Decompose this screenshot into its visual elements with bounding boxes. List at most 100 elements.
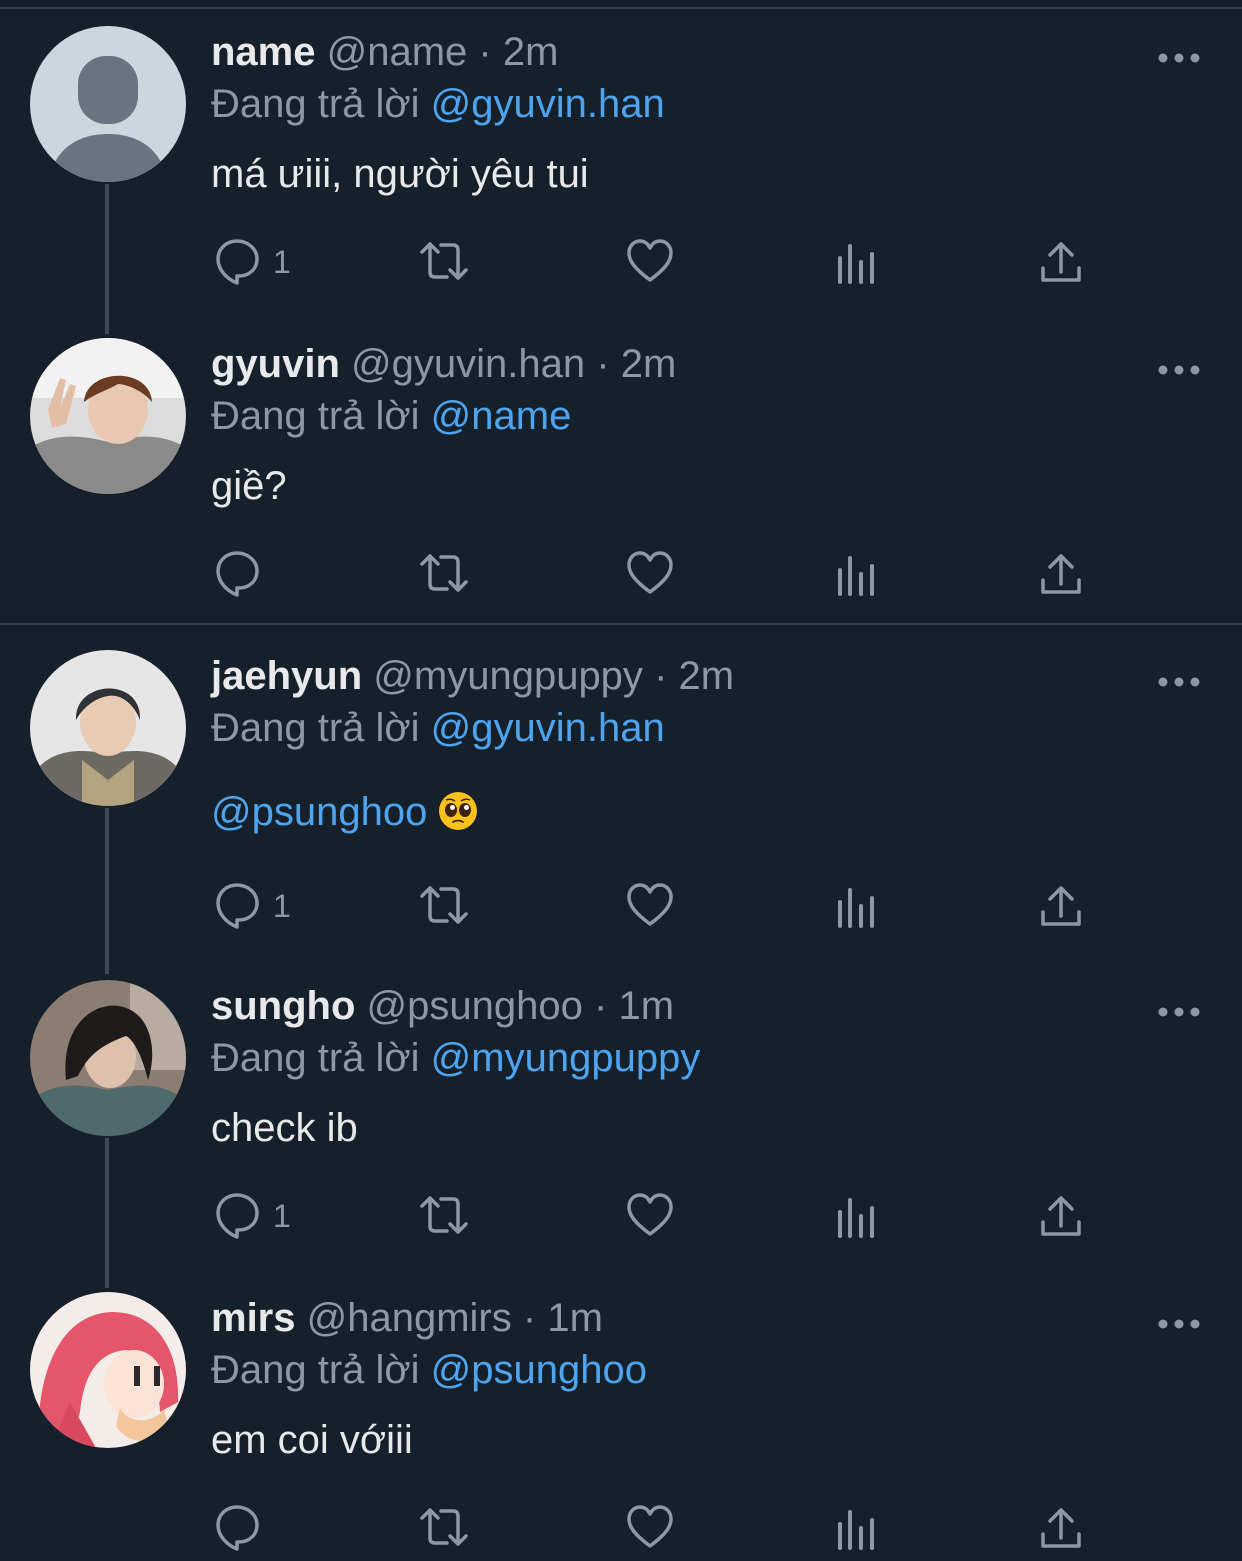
- timestamp[interactable]: 1m: [547, 1296, 603, 1340]
- tweet-text: check ib: [211, 1106, 358, 1150]
- replying-to: Đang trả lời @gyuvin.han: [211, 80, 665, 128]
- tweet-text: em coi vớiii: [211, 1418, 413, 1462]
- share-button[interactable]: [1038, 880, 1084, 930]
- user-handle[interactable]: @hangmirs: [307, 1296, 512, 1340]
- more-options-icon[interactable]: [1155, 46, 1203, 70]
- reply-count: 1: [273, 1198, 291, 1234]
- tweet[interactable]: sungho @psunghoo · 1m Đang trả lời @myun…: [0, 980, 1242, 1270]
- avatar[interactable]: [30, 338, 186, 494]
- views-button[interactable]: [834, 548, 878, 598]
- avatar[interactable]: [30, 26, 186, 182]
- retweet-button[interactable]: [416, 1190, 472, 1240]
- analytics-icon: [838, 556, 874, 596]
- more-options-icon[interactable]: [1155, 1000, 1203, 1024]
- share-button[interactable]: [1038, 1190, 1084, 1240]
- tweet[interactable]: mirs @hangmirs · 1m Đang trả lời @psungh…: [0, 1292, 1242, 1561]
- reply-mention[interactable]: @psunghoo: [431, 1348, 647, 1392]
- profile-photo: [30, 980, 186, 1136]
- share-icon: [1041, 1196, 1081, 1236]
- views-button[interactable]: [834, 1502, 878, 1552]
- separator-dot: ·: [522, 1296, 537, 1340]
- timestamp[interactable]: 2m: [679, 654, 735, 698]
- default-avatar-icon: [30, 26, 186, 182]
- share-button[interactable]: [1038, 236, 1084, 286]
- tweet[interactable]: jaehyun @myungpuppy · 2m Đang trả lời @g…: [0, 650, 1242, 940]
- reply-mention[interactable]: @myungpuppy: [431, 1036, 701, 1080]
- more-options-icon[interactable]: [1155, 1312, 1203, 1336]
- reply-icon: [216, 239, 259, 285]
- timestamp[interactable]: 1m: [618, 984, 674, 1028]
- tweet[interactable]: name @name · 2m Đang trả lời @gyuvin.han…: [0, 26, 1242, 316]
- share-button[interactable]: [1038, 1502, 1084, 1552]
- tweet-header: mirs @hangmirs · 1m: [211, 1294, 603, 1342]
- analytics-icon: [838, 244, 874, 284]
- reply-button[interactable]: [213, 548, 313, 598]
- text-mention[interactable]: @psunghoo: [211, 790, 427, 834]
- reply-icon: [216, 883, 259, 929]
- separator-dot: ·: [654, 654, 668, 698]
- user-handle[interactable]: @name: [327, 30, 468, 74]
- retweet-icon: [420, 1196, 468, 1234]
- tweet-header: sungho @psunghoo · 1m: [211, 982, 674, 1030]
- user-handle[interactable]: @psunghoo: [367, 984, 583, 1028]
- replying-to: Đang trả lời @gyuvin.han: [211, 704, 665, 752]
- tweet-header: gyuvin @gyuvin.han · 2m: [211, 340, 676, 388]
- like-button[interactable]: [625, 1502, 675, 1552]
- reply-prefix: Đang trả lời: [211, 706, 420, 750]
- heart-icon: [627, 1193, 673, 1236]
- share-icon: [1041, 1508, 1081, 1548]
- tweet-text: giề?: [211, 464, 287, 508]
- retweet-button[interactable]: [416, 236, 472, 286]
- reply-button[interactable]: 1: [213, 880, 313, 930]
- reply-button[interactable]: 1: [213, 1190, 313, 1240]
- heart-icon: [627, 1505, 673, 1548]
- views-button[interactable]: [834, 1190, 878, 1240]
- retweet-icon: [420, 554, 468, 592]
- analytics-icon: [838, 1198, 874, 1238]
- more-options-icon[interactable]: [1155, 670, 1203, 694]
- avatar[interactable]: [30, 980, 186, 1136]
- like-button[interactable]: [625, 236, 675, 286]
- avatar[interactable]: [30, 650, 186, 806]
- views-button[interactable]: [834, 236, 878, 286]
- more-options-icon[interactable]: [1155, 358, 1203, 382]
- retweet-icon: [420, 1508, 468, 1546]
- reply-button[interactable]: 1: [213, 236, 313, 286]
- avatar[interactable]: [30, 1292, 186, 1448]
- reply-icon: [216, 551, 259, 597]
- profile-photo: [30, 338, 186, 494]
- reply-prefix: Đang trả lời: [211, 394, 420, 438]
- like-button[interactable]: [625, 880, 675, 930]
- separator-dot: ·: [594, 984, 608, 1028]
- reply-mention[interactable]: @name: [431, 394, 572, 438]
- share-button[interactable]: [1038, 548, 1084, 598]
- profile-photo: [30, 650, 186, 806]
- retweet-button[interactable]: [416, 548, 472, 598]
- views-button[interactable]: [834, 880, 878, 930]
- replying-to: Đang trả lời @name: [211, 392, 571, 440]
- like-button[interactable]: [625, 1190, 675, 1240]
- tweet[interactable]: gyuvin @gyuvin.han · 2m Đang trả lời @na…: [0, 338, 1242, 628]
- user-handle[interactable]: @myungpuppy: [373, 654, 643, 698]
- user-handle[interactable]: @gyuvin.han: [351, 342, 585, 386]
- reply-mention[interactable]: @gyuvin.han: [431, 82, 665, 126]
- display-name[interactable]: sungho: [211, 984, 355, 1028]
- reply-button[interactable]: [213, 1502, 313, 1552]
- replying-to: Đang trả lời @myungpuppy: [211, 1034, 700, 1082]
- reply-count: 1: [273, 888, 291, 924]
- reply-mention[interactable]: @gyuvin.han: [431, 706, 665, 750]
- reply-count: 1: [273, 244, 291, 280]
- retweet-button[interactable]: [416, 1502, 472, 1552]
- retweet-button[interactable]: [416, 880, 472, 930]
- like-button[interactable]: [625, 548, 675, 598]
- timestamp[interactable]: 2m: [503, 30, 559, 74]
- replying-to: Đang trả lời @psunghoo: [211, 1346, 647, 1394]
- display-name[interactable]: gyuvin: [211, 342, 340, 386]
- timestamp[interactable]: 2m: [621, 342, 677, 386]
- heart-icon: [627, 551, 673, 594]
- display-name[interactable]: mirs: [211, 1296, 296, 1340]
- share-icon: [1041, 886, 1081, 926]
- display-name[interactable]: name: [211, 30, 316, 74]
- display-name[interactable]: jaehyun: [211, 654, 362, 698]
- pleading-face-emoji-icon: [438, 791, 478, 831]
